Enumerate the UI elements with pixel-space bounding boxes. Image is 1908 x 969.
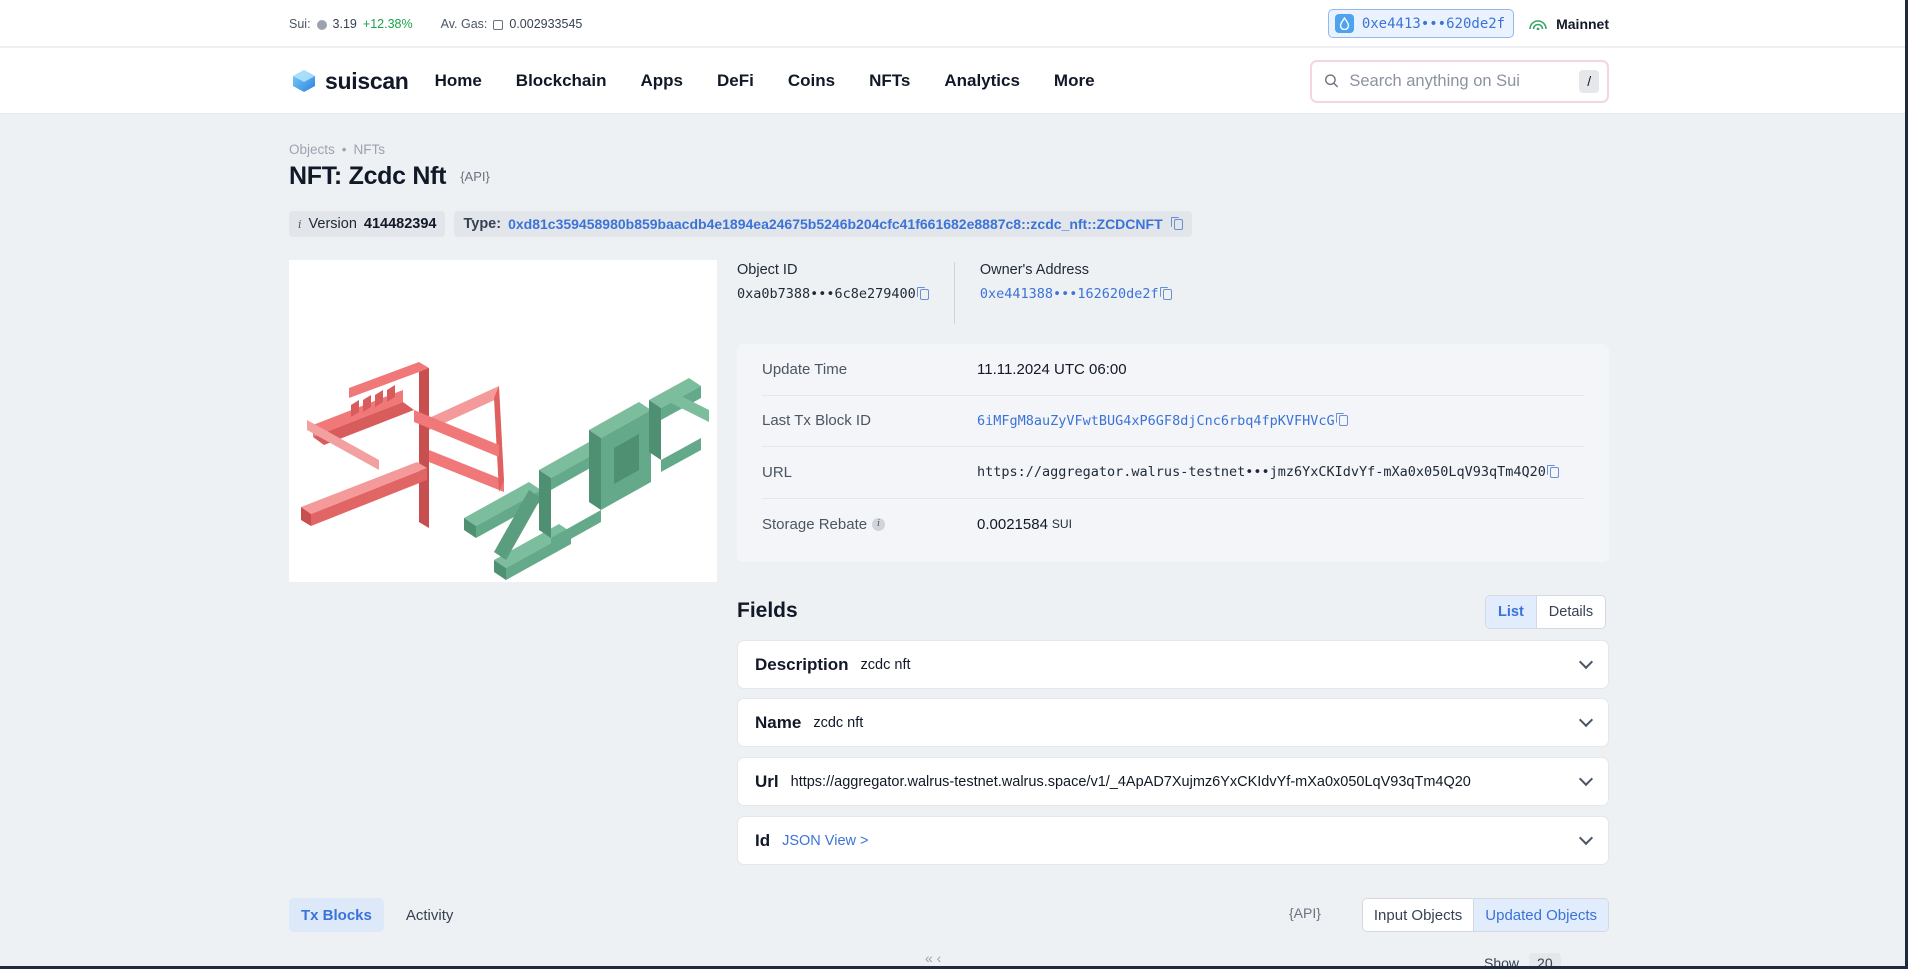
suiscan-logo[interactable]: suiscan [289,66,409,96]
detail-row-url: URL https://aggregator.walrus-testnet•••… [762,447,1584,499]
owner-label: Owner's Address [979,262,1089,278]
gas-pump-icon [493,19,504,30]
copy-icon[interactable] [1170,216,1183,230]
gas-value: 0.002933545 [509,16,583,31]
search-icon [1325,74,1339,88]
owner-address[interactable]: 0xe441388•••162620de2f [980,286,1159,302]
network-label: Mainnet [1556,15,1609,32]
fields-heading: Fields [737,599,798,622]
market-stats: Sui: 3.19 +12.38% Av. Gas: 0.002933545 [289,17,582,31]
breadcrumb: Objects • NFTs [289,142,386,157]
nav-apps[interactable]: Apps [641,71,684,91]
wallet-drop-icon [1334,14,1354,33]
version-label: Version [308,216,357,232]
nav-home[interactable]: Home [435,71,482,91]
field-description[interactable]: Description zcdc nft [737,640,1609,689]
logo-text: suiscan [325,67,409,94]
copy-icon[interactable] [1159,286,1172,300]
version-chip: i Version 414482394 [289,211,446,237]
copy-icon[interactable] [1335,413,1348,427]
url-value[interactable]: https://aggregator.walrus-testnet•••jmz6… [977,464,1546,480]
search-shortcut-key: / [1579,69,1599,93]
object-meta: i Version 414482394 Type: 0xd81c35945898… [289,211,1192,237]
sui-price-change: +12.38% [362,16,413,31]
json-view-link[interactable]: JSON View > [782,833,868,849]
objects-toggle: Input Objects Updated Objects [1361,898,1609,932]
main-nav: Home Blockchain Apps DeFi Coins NFTs Ana… [435,71,1095,91]
detail-row-last-tx: Last Tx Block ID 6iMFgM8auZyVFwtBUG4xP6G… [762,396,1584,447]
field-name[interactable]: Name zcdc nft [737,698,1609,747]
api-link[interactable]: {API} [460,169,490,184]
nft-red-glyph [301,362,504,528]
transactions-tabs-row: Tx Blocks Activity {API} Input Objects U… [289,898,1609,932]
suiscan-logo-icon [293,70,315,92]
type-label: Type: [463,216,502,232]
view-details-button[interactable]: Details [1535,596,1605,628]
api-link[interactable]: {API} [1289,905,1321,921]
view-list-button[interactable]: List [1486,596,1536,628]
nav-nfts[interactable]: NFTs [869,71,910,91]
copy-icon[interactable] [1546,464,1559,478]
main-header: suiscan Home Blockchain Apps DeFi Coins … [0,48,1908,114]
type-chip: Type: 0xd81c359458980b859baacdb4e1894ea2… [454,211,1192,237]
update-time-value: 11.11.2024 UTC 06:00 [977,360,1127,378]
type-value[interactable]: 0xd81c359458980b859baacdb4e1894ea24675b5… [508,216,1163,232]
detail-row-update-time: Update Time 11.11.2024 UTC 06:00 [762,344,1584,396]
tab-tx-blocks[interactable]: Tx Blocks [289,898,384,932]
fields-view-toggle: List Details [1485,595,1607,629]
breadcrumb-objects[interactable]: Objects [289,142,335,157]
version-value: 414482394 [363,216,437,232]
nav-blockchain[interactable]: Blockchain [516,71,607,91]
storage-rebate-value: 0.0021584 [977,515,1048,533]
detail-row-storage-rebate: Storage Rebate i 0.0021584 SUI [762,499,1584,551]
object-id-value[interactable]: 0xa0b7388•••6c8e279400 [737,286,916,302]
info-icon[interactable]: i [872,517,886,531]
divider [953,262,955,324]
storage-rebate-unit: SUI [1051,517,1072,532]
pagination[interactable]: « ‹ [925,950,941,966]
info-icon: i [298,217,302,231]
nft-image [289,260,717,582]
chevron-down-icon[interactable] [1578,830,1594,845]
copy-icon[interactable] [916,286,929,300]
object-ids: Object ID 0xa0b7388•••6c8e279400 Owner's… [737,262,1609,324]
object-id-label: Object ID [737,262,798,278]
nav-coins[interactable]: Coins [788,71,835,91]
storage-rebate-label: Storage Rebate [762,515,868,533]
field-url[interactable]: Url https://aggregator.walrus-testnet.wa… [737,757,1609,806]
wallet-button[interactable]: 0xe4413•••620de2f [1327,9,1515,38]
nav-defi[interactable]: DeFi [717,71,754,91]
network-selector[interactable]: Mainnet [1528,16,1609,32]
page-title: NFT: Zcdc Nft [289,162,447,190]
sui-coin-icon [316,19,327,30]
input-objects-button[interactable]: Input Objects [1363,899,1473,931]
nav-more[interactable]: More [1054,71,1095,91]
sui-price-label: Sui: [289,16,311,31]
wallet-address: 0xe4413•••620de2f [1361,15,1506,32]
chevron-down-icon[interactable] [1578,771,1594,786]
chevron-down-icon[interactable] [1578,654,1594,669]
search-input[interactable] [1349,71,1570,91]
gas-label: Av. Gas: [440,16,488,31]
tab-activity[interactable]: Activity [394,898,466,932]
network-signal-icon [1529,19,1547,30]
sui-price: 3.19 [332,16,357,31]
nav-analytics[interactable]: Analytics [944,71,1020,91]
updated-objects-button[interactable]: Updated Objects [1473,899,1608,931]
search-box: / [1310,59,1609,103]
chevron-down-icon[interactable] [1578,712,1594,727]
field-id[interactable]: Id JSON View > [737,816,1609,865]
last-tx-block-link[interactable]: 6iMFgM8auZyVFwtBUG4xP6GF8djCnc6rbq4fpKVF… [977,413,1335,429]
top-status-bar: Sui: 3.19 +12.38% Av. Gas: 0.002933545 0… [0,0,1908,47]
details-panel: Update Time 11.11.2024 UTC 06:00 Last Tx… [737,344,1609,562]
breadcrumb-nfts[interactable]: NFTs [354,142,386,157]
